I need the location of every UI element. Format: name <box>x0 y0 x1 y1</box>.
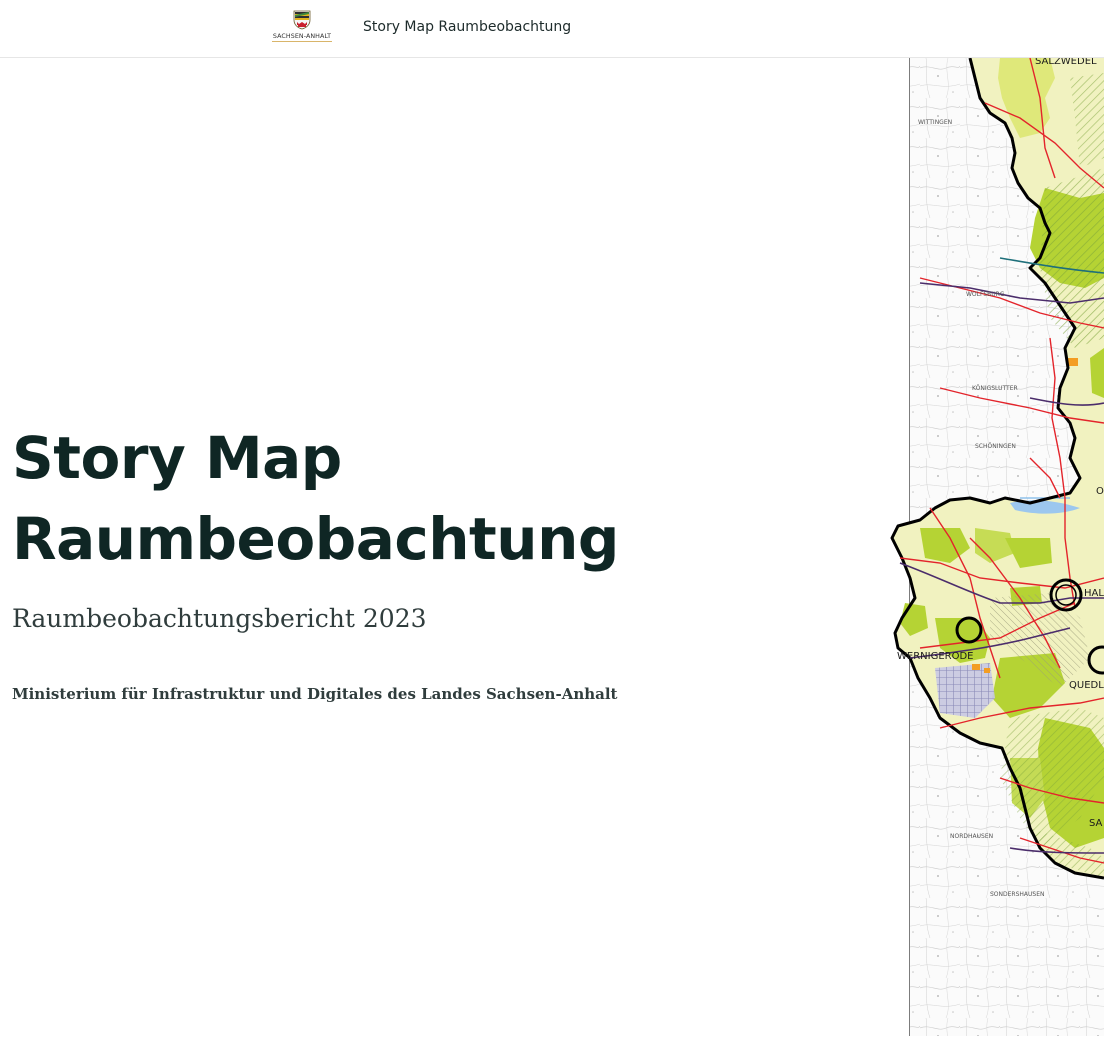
map-label-wernigerode: WERNIGERODE <box>897 651 974 662</box>
map-svg: SALZWEDEL WOLFSBURG WITTINGEN SCHÖNINGEN… <box>890 58 1104 1036</box>
regional-plan-map-image: SALZWEDEL WOLFSBURG WITTINGEN SCHÖNINGEN… <box>880 58 1104 1036</box>
top-navigation-bar: SACHSEN-ANHALT Story Map Raumbeobachtung <box>0 0 1104 58</box>
logo-wordmark: SACHSEN-ANHALT <box>272 33 332 40</box>
map-label-sangerhausen: SA <box>1089 818 1103 829</box>
map-label-oschersleben: O <box>1096 486 1104 497</box>
coat-of-arms-icon <box>293 10 311 30</box>
sachsen-anhalt-logo[interactable]: SACHSEN-ANHALT <box>268 10 336 44</box>
hero-title-line-1: Story Map <box>12 424 342 492</box>
hero-subtitle: Raumbeobachtungsbericht 2023 <box>12 604 427 633</box>
map-label-wolfsburg: WOLFSBURG <box>966 291 1005 298</box>
hero-title-line-2: Raumbeobachtung <box>12 505 619 573</box>
hero-cover: Story Map Raumbeobachtung Raumbeobachtun… <box>12 418 712 703</box>
logo-underline <box>272 41 332 42</box>
hero-byline: Ministerium für Infrastruktur und Digita… <box>12 685 618 703</box>
map-label-salzwedel: SALZWEDEL <box>1035 58 1097 67</box>
hero-title: Story Map Raumbeobachtung <box>12 418 712 580</box>
map-label-schoeningen: SCHÖNINGEN <box>975 443 1016 450</box>
map-label-wittingen: WITTINGEN <box>918 119 952 126</box>
map-label-sondershausen: SONDERSHAUSEN <box>990 891 1045 898</box>
map-label-halberstadt: HAL <box>1084 588 1104 599</box>
header-story-title-link[interactable]: Story Map Raumbeobachtung <box>363 19 571 35</box>
map-label-koenigslutter: KÖNIGSLUTTER <box>972 385 1018 392</box>
map-label-nordhausen: NORDHAUSEN <box>950 833 993 840</box>
map-label-quedlinburg: QUEDL <box>1069 680 1104 691</box>
